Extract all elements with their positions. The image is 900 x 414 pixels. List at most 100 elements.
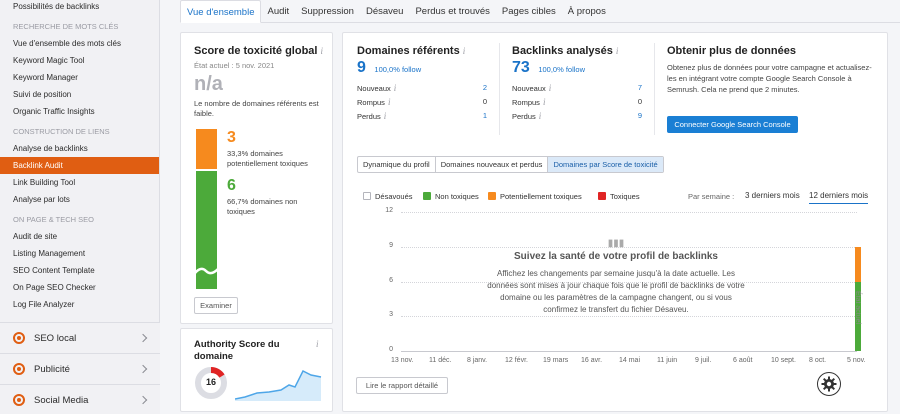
info-icon[interactable]: i xyxy=(616,46,619,56)
legend-label: Non toxiques xyxy=(435,192,479,201)
sidebar-item-analyse-de-backlinks[interactable]: Analyse de backlinks xyxy=(0,140,159,157)
settings-gear-icon[interactable] xyxy=(817,372,841,396)
stat-row-nouveaux: Nouveaux i 2 xyxy=(357,83,487,93)
current-state-label: État actuel xyxy=(854,291,861,325)
stat-value: 0 xyxy=(637,97,642,106)
empty-state-title: Suivez la santé de votre profil de backl… xyxy=(514,251,718,262)
connect-gsc-button[interactable]: Connecter Google Search Console xyxy=(667,116,798,133)
x-tick-label: 8 janv. xyxy=(467,357,488,364)
backlinks-follow: 100,0% follow xyxy=(538,65,586,74)
stat-value[interactable]: 7 xyxy=(638,83,642,93)
tab-audit[interactable]: Audit xyxy=(261,0,295,23)
sidebar-item-organic-traffic-insights[interactable]: Organic Traffic Insights xyxy=(0,103,159,120)
toxicity-score: n/a xyxy=(194,73,223,95)
checkbox-icon[interactable] xyxy=(363,192,371,200)
legend-toxic[interactable]: Toxiques xyxy=(598,192,640,201)
stat-label: Rompus xyxy=(512,98,540,107)
x-tick-label: 19 mars xyxy=(543,357,569,364)
chart-tab-dynamique-du-profil[interactable]: Dynamique du profil xyxy=(358,157,436,172)
gridline xyxy=(401,351,857,352)
period-12-months[interactable]: 12 derniers mois xyxy=(809,191,869,204)
sidebar-item-listing-management[interactable]: Listing Management xyxy=(0,245,159,262)
period-3-months[interactable]: 3 derniers mois xyxy=(745,191,800,200)
non-toxic-count: 6 xyxy=(227,177,236,194)
empty-state: ▮▮▮ Suivez la santé de votre profil de b… xyxy=(343,238,889,316)
tab-perdus-et-trouves[interactable]: Perdus et trouvés xyxy=(409,0,495,23)
chevron-right-icon xyxy=(138,395,148,405)
sidebar-item-analyse-par-lots[interactable]: Analyse par lots xyxy=(0,191,159,208)
gridline xyxy=(401,212,857,213)
info-icon[interactable]: i xyxy=(549,83,552,93)
sidebar-section-link-building: Construction de liens xyxy=(13,127,110,136)
legend-label: Toxiques xyxy=(610,192,640,201)
tab-pages-cibles[interactable]: Pages cibles xyxy=(496,0,562,23)
divider xyxy=(499,43,500,135)
sidebar-item-audit-de-site[interactable]: Audit de site xyxy=(0,228,159,245)
info-icon[interactable]: i xyxy=(394,83,397,93)
referring-domains-count[interactable]: 9 xyxy=(357,59,366,76)
chart-tabs: Dynamique du profil Domaines nouveaux et … xyxy=(357,156,664,173)
info-icon[interactable]: i xyxy=(463,46,466,56)
sidebar-item-backlink-opportunities[interactable]: Possibilités de backlinks xyxy=(0,0,159,15)
legend-potentially-toxic[interactable]: Potentiellement toxiques xyxy=(488,192,582,201)
potentially-toxic-bar xyxy=(196,129,217,169)
examine-button[interactable]: Examiner xyxy=(194,297,238,314)
x-tick-label: 14 mai xyxy=(619,357,641,364)
info-icon[interactable]: i xyxy=(320,46,323,56)
sidebar-item-on-page-seo-checker[interactable]: On Page SEO Checker xyxy=(0,279,159,296)
divider xyxy=(654,43,655,135)
authority-trend-sparkline xyxy=(235,369,322,401)
period-label: Par semaine : xyxy=(688,192,735,201)
toxicity-note: Le nombre de domaines référents est faib… xyxy=(194,99,319,118)
checkbox-checked-icon[interactable] xyxy=(488,192,496,200)
info-icon[interactable]: i xyxy=(316,339,319,349)
sidebar-item-keyword-manager[interactable]: Keyword Manager xyxy=(0,69,159,86)
sidebar-group-local-seo[interactable]: SEO local xyxy=(0,322,160,353)
stat-value[interactable]: 9 xyxy=(638,111,642,121)
gear-icon xyxy=(821,376,837,392)
chart-tab-domaines-par-score-de-toxicite[interactable]: Domaines par Score de toxicité xyxy=(548,157,663,172)
stat-value[interactable]: 2 xyxy=(483,83,487,93)
legend-non-toxic[interactable]: Non toxiques xyxy=(423,192,479,201)
stat-label: Perdus xyxy=(512,112,536,121)
sidebar-item-vue-d-ensemble-des-mots-cles[interactable]: Vue d'ensemble des mots clés xyxy=(0,35,159,52)
stat-row-perdus: Perdus i 1 xyxy=(357,111,487,121)
sidebar-item-backlink-audit[interactable]: Backlink Audit xyxy=(0,157,159,174)
sidebar-group-social-media[interactable]: Social Media xyxy=(0,384,160,414)
sidebar-group-advertising[interactable]: Publicité xyxy=(0,353,160,384)
authority-score-value: 16 xyxy=(205,377,216,387)
read-report-button[interactable]: Lire le rapport détaillé xyxy=(356,377,448,394)
stat-value[interactable]: 1 xyxy=(483,111,487,121)
x-tick-label: 9 juil. xyxy=(695,357,712,364)
sidebar-item-link-building-tool[interactable]: Link Building Tool xyxy=(0,174,159,191)
sidebar-item-suivi-de-position[interactable]: Suivi de position xyxy=(0,86,159,103)
potentially-toxic-text: 33,3% domaines potentiellement toxiques xyxy=(227,149,308,168)
info-icon[interactable]: i xyxy=(539,111,542,121)
tab-a-propos[interactable]: À propos xyxy=(562,0,612,23)
chart-tab-domaines-nouveaux-et-perdus[interactable]: Domaines nouveaux et perdus xyxy=(436,157,549,172)
main-tabs: Vue d'ensemble Audit Suppression Désaveu Per… xyxy=(180,0,900,23)
sidebar-item-seo-content-template[interactable]: SEO Content Template xyxy=(0,262,159,279)
info-icon[interactable]: i xyxy=(384,111,387,121)
legend-disavowed[interactable]: Désavoués xyxy=(363,192,413,201)
toxicity-state-date: État actuel : 5 nov. 2021 xyxy=(194,61,275,70)
x-tick-label: 6 août xyxy=(733,357,753,364)
bar-chart-icon: ▮▮▮ xyxy=(607,238,625,249)
stat-row-rompus: Rompus i 0 xyxy=(357,97,487,107)
x-tick-label: 11 déc. xyxy=(429,357,452,364)
backlinks-count[interactable]: 73 xyxy=(512,59,530,76)
backlinks-title: Backlinks analysés xyxy=(512,45,613,57)
x-tick-label: 13 nov. xyxy=(391,357,414,364)
info-icon[interactable]: i xyxy=(543,97,546,107)
x-tick-label: 11 juin xyxy=(657,357,678,364)
sidebar-item-log-file-analyzer[interactable]: Log File Analyzer xyxy=(0,296,159,313)
sidebar-item-keyword-magic-tool[interactable]: Keyword Magic Tool xyxy=(0,52,159,69)
stat-label: Nouveaux xyxy=(357,84,391,93)
tab-suppression[interactable]: Suppression xyxy=(295,0,360,23)
checkbox-checked-icon[interactable] xyxy=(598,192,606,200)
tab-desaveu[interactable]: Désaveu xyxy=(360,0,410,23)
tab-vue-d-ensemble[interactable]: Vue d'ensemble xyxy=(180,0,262,23)
info-icon[interactable]: i xyxy=(388,97,391,107)
checkbox-checked-icon[interactable] xyxy=(423,192,431,200)
authority-score-card: Authority Score du domaine i 16 xyxy=(180,328,333,412)
